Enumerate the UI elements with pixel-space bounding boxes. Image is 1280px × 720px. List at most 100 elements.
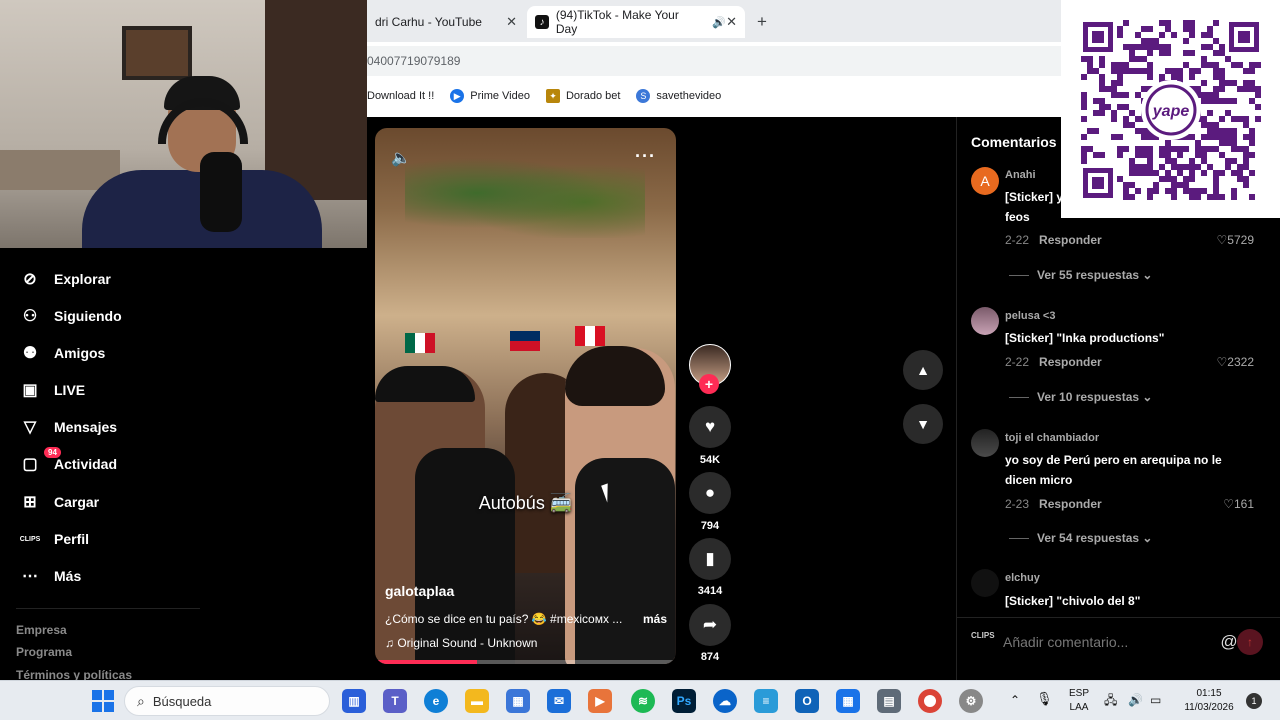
view-replies[interactable]: Ver 55 respuestas ⌄: [1009, 268, 1152, 282]
mute-icon[interactable]: 🔈: [391, 148, 411, 168]
avatar[interactable]: [971, 429, 999, 457]
share-icon: ➦: [702, 615, 718, 634]
address-bar[interactable]: 04007719079189: [367, 46, 1061, 76]
comment-user[interactable]: elchuy: [1005, 572, 1040, 584]
bookmark-prime-video[interactable]: ▶ Prime Video: [450, 89, 530, 103]
tab-tiktok[interactable]: ♪ (94)TikTok - Make Your Day 🔊 ✕: [527, 6, 745, 38]
search-label: Búsqueda: [152, 693, 212, 709]
comment-meta: 2-23 Responder: [1005, 497, 1102, 511]
lang-top: ESP: [1068, 688, 1089, 699]
tab-youtube[interactable]: dri Carhu - YouTube ✕: [367, 6, 525, 38]
dominican-flag: [510, 331, 540, 351]
more-link[interactable]: más: [643, 612, 667, 626]
comment-button[interactable]: ●: [689, 472, 731, 514]
media-player-icon[interactable]: ▶: [588, 689, 612, 713]
close-icon[interactable]: ✕: [726, 14, 737, 30]
sidebar-item-siguiendo[interactable]: ⚇ Siguiendo: [18, 305, 122, 327]
sidebar-item-perfil[interactable]: CLIPS Perfil: [18, 528, 89, 550]
spotify-icon[interactable]: ≋: [631, 689, 655, 713]
sidebar-item-mas[interactable]: ⋯ Más: [18, 565, 81, 587]
speaker-icon[interactable]: 🔊: [712, 16, 726, 29]
edge-icon[interactable]: e: [424, 689, 448, 713]
start-button[interactable]: [91, 689, 115, 713]
more-options-icon[interactable]: ···: [635, 146, 656, 167]
view-replies[interactable]: Ver 54 respuestas ⌄: [1009, 531, 1152, 545]
volume-icon[interactable]: 🔊: [1128, 693, 1143, 707]
battery-icon[interactable]: ▭: [1150, 693, 1161, 707]
comment-input[interactable]: Añadir comentario... @ ☺: [1003, 627, 1263, 657]
tab-strip: dri Carhu - YouTube ✕ ♪ (94)TikTok - Mak…: [367, 0, 1061, 42]
notepad-icon[interactable]: ≡: [754, 689, 778, 713]
teams-icon[interactable]: T: [383, 689, 407, 713]
video-player[interactable]: 🔈 ··· Autobús 🚎 galotaplaa ¿Cómo se dice…: [375, 128, 676, 664]
sidebar-item-label: Mensajes: [54, 419, 118, 435]
previous-video-button[interactable]: ▲: [903, 350, 943, 390]
reply-button[interactable]: Responder: [1039, 233, 1102, 247]
settings-gear-icon[interactable]: ⚙: [959, 689, 983, 713]
sidebar-item-amigos[interactable]: ⚉ Amigos: [18, 342, 106, 364]
comment-likes[interactable]: ♡5729: [1217, 233, 1254, 247]
follow-button[interactable]: +: [699, 374, 719, 394]
video-progress[interactable]: [375, 660, 676, 664]
send-comment-button[interactable]: ↑: [1237, 629, 1263, 655]
browser-chrome: dri Carhu - YouTube ✕ ♪ (94)TikTok - Mak…: [367, 0, 1061, 117]
share-button[interactable]: ➦: [689, 604, 731, 646]
reply-button[interactable]: Responder: [1039, 355, 1102, 369]
footer-link-programa[interactable]: Programa: [16, 645, 72, 659]
sidebar-item-cargar[interactable]: ⊞ Cargar: [18, 491, 99, 513]
avatar[interactable]: [971, 569, 999, 597]
bookmark-label: Dorado bet: [565, 90, 621, 102]
chevron-up-icon[interactable]: ⌃: [1010, 693, 1020, 707]
footer-link-empresa[interactable]: Empresa: [16, 623, 67, 637]
like-button[interactable]: ♥: [689, 406, 731, 448]
sidebar-item-label: LIVE: [54, 382, 86, 398]
microphone-icon[interactable]: 🎙: [1036, 692, 1053, 706]
new-tab-button[interactable]: +: [757, 12, 767, 32]
arrow-up-icon: ↑: [1247, 635, 1253, 649]
comment-user[interactable]: toji el chambiador: [1005, 432, 1099, 444]
calculator-icon[interactable]: ▤: [877, 689, 901, 713]
store-icon[interactable]: ▦: [506, 689, 530, 713]
view-replies[interactable]: Ver 10 respuestas ⌄: [1009, 390, 1152, 404]
comment-likes[interactable]: ♡2322: [1217, 355, 1254, 369]
mention-icon[interactable]: @: [1220, 632, 1237, 652]
chrome-icon[interactable]: [918, 689, 942, 713]
save-button[interactable]: ▮: [689, 538, 731, 580]
shirt: [575, 458, 675, 664]
sidebar-item-actividad[interactable]: ▢ Actividad 94: [18, 447, 117, 475]
avatar[interactable]: A: [971, 167, 999, 195]
photoshop-icon[interactable]: Ps: [672, 689, 696, 713]
network-icon[interactable]: 🖧: [1104, 693, 1117, 707]
taskbar-search[interactable]: ⌕ Búsqueda: [124, 686, 330, 716]
task-view-icon[interactable]: ▥: [342, 689, 366, 713]
time: 01:15: [1196, 688, 1222, 699]
comment-user[interactable]: Anahi: [1005, 169, 1036, 181]
video-author[interactable]: galotaplaa: [385, 583, 454, 599]
bookmark-download[interactable]: Download It !!: [367, 90, 434, 102]
footer-link-terminos[interactable]: Términos y políticas: [16, 668, 132, 680]
onedrive-icon[interactable]: ☁: [713, 689, 737, 713]
sidebar: ⊘ Explorar ⚇ Siguiendo ⚉ Amigos ▣ LIVE ▽ Mens…: [0, 248, 367, 680]
comment-likes[interactable]: ♡161: [1223, 497, 1254, 511]
bookmark-savethevideo[interactable]: S savethevideo: [636, 89, 721, 103]
sidebar-item-live[interactable]: ▣ LIVE: [18, 379, 85, 401]
outlook-icon[interactable]: O: [795, 689, 819, 713]
language-indicator[interactable]: ESP LAA: [1064, 687, 1094, 715]
next-video-button[interactable]: ▼: [903, 404, 943, 444]
sidebar-item-explorar[interactable]: ⊘ Explorar: [18, 268, 111, 290]
sidebar-item-mensajes[interactable]: ▽ Mensajes: [18, 416, 117, 438]
sound-link[interactable]: ♫ Original Sound - Unknown: [385, 636, 537, 650]
windows-taskbar: ⌕ Búsqueda ▥ T e ▬ ▦ ✉ ▶ ≋ Ps ☁ ≡ O ▦ ▤ ⚙…: [0, 680, 1280, 720]
comment-date: 2-23: [1005, 497, 1030, 511]
clock[interactable]: 01:15 11/03/2026: [1176, 687, 1242, 715]
notifications-icon[interactable]: 1: [1246, 693, 1262, 709]
reply-button[interactable]: Responder: [1039, 497, 1102, 511]
comment-user[interactable]: pelusa <3: [1005, 310, 1055, 322]
video-caption: Autobús 🚎: [478, 493, 573, 513]
bookmark-dorado-bet[interactable]: ✦ Dorado bet: [545, 89, 621, 103]
mail-icon[interactable]: ✉: [547, 689, 571, 713]
close-icon[interactable]: ✕: [506, 14, 517, 30]
calendar-icon[interactable]: ▦: [836, 689, 860, 713]
avatar[interactable]: [971, 307, 999, 335]
file-explorer-icon[interactable]: ▬: [465, 689, 489, 713]
